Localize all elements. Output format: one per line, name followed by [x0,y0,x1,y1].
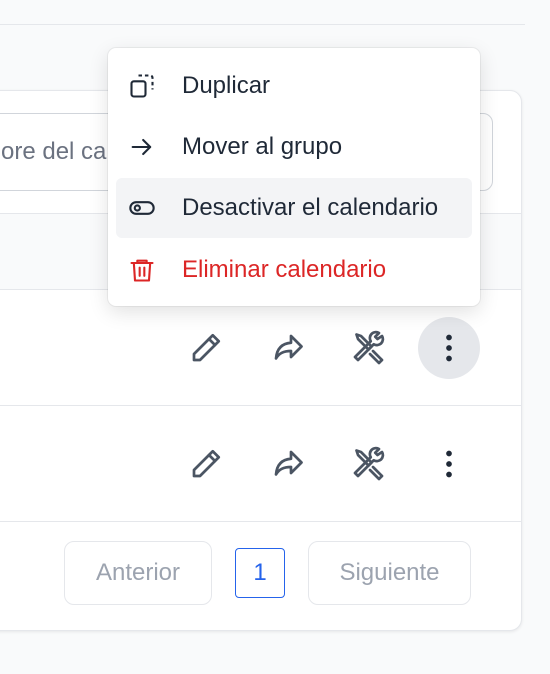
share-button[interactable] [266,442,310,486]
tools-icon [353,330,385,365]
trash-icon [130,259,154,282]
tools-icon [353,446,385,481]
menu-item-label: Eliminar calendario [182,256,387,283]
edit-button[interactable] [184,326,228,370]
edit-icon [192,449,221,478]
actions-menu: Duplicar Mover al grupo Desactivar el ca… [108,48,480,306]
menu-item-label: Duplicar [182,72,271,99]
menu-item-delete[interactable]: Eliminar calendario [116,240,472,300]
edit-button[interactable] [184,442,228,486]
menu-item-label: Mover al grupo [182,133,343,160]
table-row [0,406,521,522]
menu-item-deactivate[interactable]: Desactivar el calendario [116,178,472,238]
tools-button[interactable] [348,442,392,486]
toggle-icon [129,201,155,215]
more-button[interactable] [427,442,471,486]
arrow-right-icon [131,138,152,156]
table-row [0,290,521,406]
search-input-value: ore del ca [1,138,107,165]
more-icon [446,450,452,478]
menu-item-duplicate[interactable]: Duplicar [116,56,472,116]
top-divider [0,24,525,25]
share-icon [274,334,303,360]
more-button[interactable] [418,317,480,379]
page-number[interactable]: 1 [235,548,285,598]
edit-icon [192,333,221,362]
next-page-button[interactable]: Siguiente [308,541,471,605]
tools-button[interactable] [348,326,392,370]
menu-item-move-to-group[interactable]: Mover al grupo [116,117,472,177]
menu-item-label: Desactivar el calendario [182,194,439,221]
duplicate-icon [130,74,154,98]
share-icon [274,450,303,476]
prev-page-button[interactable]: Anterior [64,541,212,605]
more-icon [446,334,452,362]
share-button[interactable] [266,326,310,370]
